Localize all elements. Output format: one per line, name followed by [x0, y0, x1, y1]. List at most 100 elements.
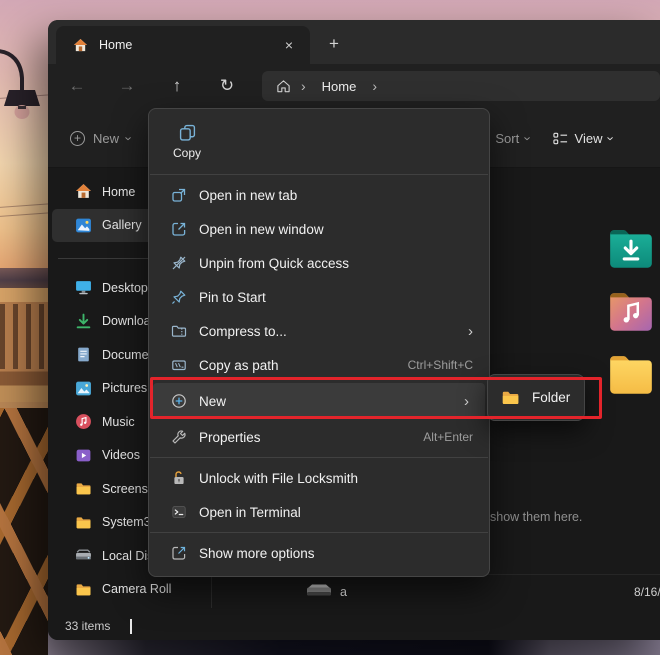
- address-bar[interactable]: › Home ›: [262, 71, 660, 101]
- drive-file-icon: [307, 584, 331, 596]
- sidebar-item-label: Music: [102, 414, 135, 429]
- open-in-new-tab-icon: [171, 187, 187, 203]
- desktop-icon: [76, 281, 91, 295]
- chevron-down-icon: ›: [121, 135, 137, 141]
- address-home-icon: [277, 79, 290, 92]
- menu-item-label: Copy as path: [199, 357, 279, 373]
- menu-item-open-in-new-window[interactable]: Open in new window: [149, 212, 489, 246]
- sidebar-item-camera-roll[interactable]: Camera Roll: [48, 573, 211, 607]
- sidebar-item-label: Camera Roll: [102, 582, 172, 597]
- file-row[interactable]: a 8/16/: [212, 578, 660, 608]
- menu-separator: [150, 174, 488, 175]
- unlock-icon: [171, 470, 187, 486]
- show-more-options-icon: [171, 545, 187, 561]
- lantern-silhouette-icon: [0, 49, 40, 119]
- folder-icon: [76, 584, 91, 596]
- sidebar-item-label: Desktop: [102, 280, 148, 295]
- refresh-button[interactable]: ↻: [211, 71, 243, 101]
- forward-button[interactable]: →: [111, 71, 143, 101]
- sidebar-item-label: Pictures: [102, 381, 148, 396]
- open-in-new-window-icon: [171, 221, 187, 237]
- context-menu-icon-row: Copy: [149, 113, 489, 171]
- new-tab-button[interactable]: +: [320, 31, 348, 57]
- folder-icon: [502, 391, 519, 405]
- menu-item-pin-to-start[interactable]: Pin to Start: [149, 280, 489, 314]
- menu-item-shortcut: Ctrl+Shift+C: [407, 358, 473, 372]
- menu-item-label: Open in Terminal: [199, 504, 301, 520]
- copy-button[interactable]: Copy: [161, 113, 213, 171]
- downloads-folder-tile[interactable]: [606, 224, 656, 274]
- menu-item-properties[interactable]: Properties Alt+Enter: [149, 420, 489, 454]
- status-separator: [130, 618, 133, 634]
- folder-icon: [76, 517, 91, 529]
- menu-item-shortcut: Alt+Enter: [423, 430, 473, 444]
- submenu-item-folder[interactable]: Folder: [532, 390, 570, 405]
- folder-icon: [76, 483, 91, 495]
- documents-icon: [78, 347, 89, 362]
- up-button[interactable]: ↑: [161, 71, 193, 101]
- menu-item-label: Pin to Start: [199, 289, 266, 305]
- menu-item-copy-as-path[interactable]: Copy as path Ctrl+Shift+C: [149, 348, 489, 382]
- downloads-icon: [76, 313, 91, 329]
- music-icon: [76, 414, 91, 430]
- empty-state-hint: show them here.: [490, 510, 583, 524]
- menu-item-label: Unlock with File Locksmith: [199, 470, 359, 486]
- terminal-icon: [171, 504, 187, 520]
- chevron-down-icon: ›: [604, 135, 620, 141]
- copy-icon: [179, 124, 195, 141]
- new-button[interactable]: + New ›: [62, 123, 139, 153]
- view-icon: [552, 132, 567, 144]
- breadcrumb-separator: ›: [301, 78, 306, 94]
- menu-item-label: Unpin from Quick access: [199, 255, 350, 271]
- menu-item-label: Compress to...: [199, 323, 287, 339]
- menu-separator: [150, 457, 488, 458]
- pictures-icon: [76, 381, 91, 396]
- tab-title: Home: [99, 38, 133, 52]
- sidebar-item-label: Gallery: [102, 218, 142, 233]
- new-plus-circle-icon: [171, 393, 187, 409]
- sidebar-item-label: Home: [102, 184, 136, 199]
- menu-item-label: Show more options: [199, 545, 315, 561]
- gallery-icon: [76, 218, 91, 233]
- new-button-label: New: [93, 130, 120, 146]
- music-folder-tile[interactable]: [606, 287, 656, 337]
- submenu-chevron-icon: ›: [468, 322, 473, 340]
- file-date-modified: 8/16/: [634, 585, 660, 599]
- menu-item-open-in-terminal[interactable]: Open in Terminal: [149, 495, 489, 529]
- menu-separator: [150, 532, 488, 533]
- sort-button-label: Sort: [495, 130, 520, 146]
- drive-icon: [76, 549, 91, 560]
- menu-item-show-more-options[interactable]: Show more options: [149, 536, 489, 570]
- properties-wrench-icon: [171, 429, 187, 445]
- menu-item-label: Open in new window: [199, 221, 324, 237]
- home-tab-icon: [73, 38, 88, 51]
- command-bar-right-group: › Sort › View ›: [473, 123, 660, 153]
- status-bar: 33 items: [48, 612, 660, 640]
- menu-item-compress-to[interactable]: Compress to... ›: [149, 314, 489, 348]
- new-submenu: Folder: [487, 374, 585, 421]
- items-count: 33 items: [65, 619, 111, 633]
- back-button[interactable]: ←: [61, 71, 93, 101]
- submenu-chevron-icon: ›: [464, 392, 469, 410]
- view-button-label: View: [574, 130, 603, 146]
- menu-item-unlock-with-file-locksmith[interactable]: Unlock with File Locksmith: [149, 461, 489, 495]
- chevron-down-icon: ›: [520, 135, 536, 141]
- folder-tile[interactable]: [606, 350, 656, 400]
- unpin-icon: [171, 255, 187, 271]
- tab-close-button[interactable]: ×: [278, 34, 300, 56]
- file-name: a: [340, 585, 347, 599]
- tab-bar: Home × +: [48, 20, 660, 64]
- breadcrumb-home[interactable]: Home: [316, 79, 363, 94]
- view-button[interactable]: View ›: [544, 131, 623, 146]
- pin-icon: [171, 289, 187, 305]
- tab-home[interactable]: Home ×: [56, 26, 310, 64]
- menu-item-open-in-new-tab[interactable]: Open in new tab: [149, 178, 489, 212]
- context-menu: Copy Open in new tab Open in new window …: [148, 108, 490, 577]
- menu-item-label: New: [199, 393, 227, 409]
- home-icon: [76, 184, 91, 199]
- menu-item-new[interactable]: New ›: [153, 383, 485, 419]
- copy-as-path-icon: [171, 357, 187, 373]
- plus-circle-icon: +: [70, 130, 85, 146]
- menu-item-unpin-from-quick-access[interactable]: Unpin from Quick access: [149, 246, 489, 280]
- sort-button[interactable]: Sort ›: [486, 131, 539, 146]
